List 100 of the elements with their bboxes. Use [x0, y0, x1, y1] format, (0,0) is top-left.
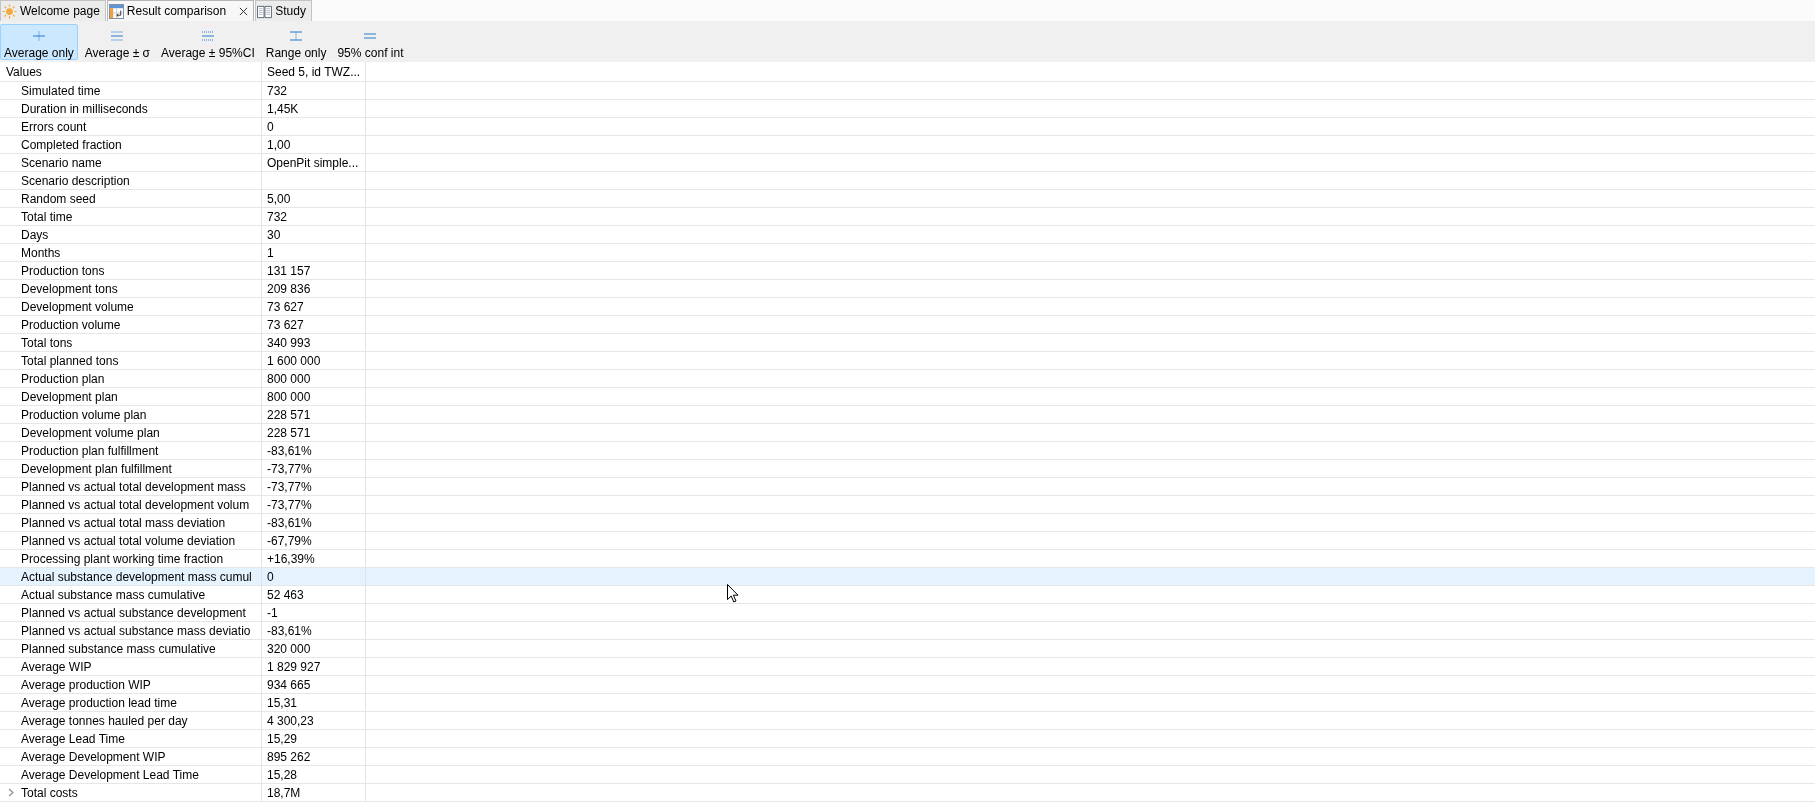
toolbar-button[interactable]: Average ± 95%CI [156, 24, 259, 60]
table-row[interactable]: Planned vs actual total development mass -73,77% [0, 478, 1815, 496]
table-row[interactable]: Scenario name OpenPit simple... [0, 154, 1815, 172]
row-label: Average WIP [21, 659, 92, 674]
table-cell: 73 627 [262, 316, 366, 333]
row-label: Average tonnes hauled per day [21, 713, 188, 728]
table-row[interactable]: Simulated time 732 [0, 82, 1815, 100]
row-label: Days [21, 227, 49, 242]
table-row[interactable]: Duration in milliseconds 1,45K [0, 100, 1815, 118]
row-label: Development volume [21, 299, 134, 314]
table-row[interactable]: Planned vs actual total development volum -73,77% [0, 496, 1815, 514]
table-row[interactable]: Average Lead Time 15,29 [0, 730, 1815, 748]
table-cell: 15,29 [262, 730, 366, 747]
book-icon [257, 3, 273, 19]
table-cell: 934 665 [262, 676, 366, 693]
row-label: Production plan fulfillment [21, 443, 159, 458]
row-label: Planned substance mass cumulative [21, 641, 216, 656]
table-cell: 800 000 [262, 370, 366, 387]
row-label: Months [21, 245, 61, 260]
table-row[interactable]: Average WIP 1 829 927 [0, 658, 1815, 676]
table-cell: -73,77% [262, 496, 366, 513]
table-cell: 1 600 000 [262, 352, 366, 369]
table-row[interactable]: Months 1 [0, 244, 1815, 262]
table-cell: 15,28 [262, 766, 366, 783]
table-cell: 732 [262, 208, 366, 225]
three-lines-icon [111, 31, 124, 41]
table-row[interactable]: Planned substance mass cumulative 320 000 [0, 640, 1815, 658]
dotted-lines-icon [201, 31, 214, 41]
table-row[interactable]: Development plan 800 000 [0, 388, 1815, 406]
row-label: Random seed [21, 191, 96, 206]
table-row[interactable]: Production tons 131 157 [0, 262, 1815, 280]
table-icon [108, 3, 124, 19]
table-row[interactable]: Average Development Lead Time 15,28 [0, 766, 1815, 784]
table-row[interactable]: Planned vs actual substance development -1 [0, 604, 1815, 622]
row-label: Planned vs actual substance mass deviatio [21, 623, 251, 638]
row-label: Development plan fulfillment [21, 461, 172, 476]
row-label: Total tons [21, 335, 73, 350]
column-header[interactable]: Seed 5, id TWZ... [262, 62, 366, 81]
i-beam-icon [290, 31, 303, 41]
table-cell: 0 [262, 568, 366, 585]
table-row[interactable]: Days 30 [0, 226, 1815, 244]
table-cell: 1,00 [262, 136, 366, 153]
table-row[interactable]: Actual substance mass cumulative 52 463 [0, 586, 1815, 604]
table-row[interactable]: Total tons 340 993 [0, 334, 1815, 352]
row-label: Errors count [21, 119, 87, 134]
table-row[interactable]: Development volume 73 627 [0, 298, 1815, 316]
row-label: Average Development Lead Time [21, 767, 199, 782]
table-row[interactable]: Planned vs actual total mass deviation -83,61% [0, 514, 1815, 532]
table-cell: 52 463 [262, 586, 366, 603]
row-label: Average production WIP [21, 677, 151, 692]
table-cell: -73,77% [262, 478, 366, 495]
table-cell: 340 993 [262, 334, 366, 351]
table-row[interactable]: Planned vs actual substance mass deviatio -83,61% [0, 622, 1815, 640]
toolbar-button[interactable]: 95% conf int [333, 24, 408, 60]
toolbar-button[interactable]: Average only [0, 24, 78, 60]
row-label: Actual substance development mass cumul [21, 569, 252, 584]
tab[interactable]: Result comparison [106, 0, 255, 21]
table-row[interactable]: Total time 732 [0, 208, 1815, 226]
table-row[interactable]: Production plan 800 000 [0, 370, 1815, 388]
column-header[interactable]: Values [0, 62, 262, 81]
row-label: Planned vs actual total mass deviation [21, 515, 226, 530]
table-row[interactable]: Development tons 209 836 [0, 280, 1815, 298]
table-cell: 18,7M [262, 784, 366, 801]
toolbar-button[interactable]: Average ± σ [80, 24, 154, 60]
table-row[interactable]: Production volume plan 228 571 [0, 406, 1815, 424]
table-row[interactable]: Average tonnes hauled per day 4 300,23 [0, 712, 1815, 730]
table-row[interactable]: Actual substance development mass cumul 0 [0, 568, 1815, 586]
table-cell: -1 [262, 604, 366, 621]
row-label: Planned vs actual total development volum [21, 497, 250, 512]
tab[interactable]: Welcome page [0, 0, 106, 21]
table-row[interactable]: Planned vs actual total volume deviation -67,79% [0, 532, 1815, 550]
close-icon[interactable] [239, 6, 249, 16]
table-cell: 4 300,23 [262, 712, 366, 729]
table-row[interactable]: Average production WIP 934 665 [0, 676, 1815, 694]
row-label: Planned vs actual substance development [21, 605, 246, 620]
row-label: Average production lead time [21, 695, 177, 710]
table-row[interactable]: Development plan fulfillment -73,77% [0, 460, 1815, 478]
tab[interactable]: Study [255, 0, 312, 21]
mouse-pointer-icon [727, 584, 739, 603]
row-label: Production volume plan [21, 407, 147, 422]
row-label: Processing plant working time fraction [21, 551, 224, 566]
row-label: Average Development WIP [21, 749, 166, 764]
table-row[interactable]: Production volume 73 627 [0, 316, 1815, 334]
table-row[interactable]: Average production lead time 15,31 [0, 694, 1815, 712]
toolbar-button[interactable]: Range only [261, 24, 331, 60]
table-row[interactable]: Total planned tons 1 600 000 [0, 352, 1815, 370]
table-row[interactable]: Production plan fulfillment -83,61% [0, 442, 1815, 460]
table-row[interactable]: Average Development WIP 895 262 [0, 748, 1815, 766]
table-row[interactable]: Development volume plan 228 571 [0, 424, 1815, 442]
table-cell: 1,45K [262, 100, 366, 117]
chevron-icon[interactable] [7, 788, 14, 797]
table-row[interactable]: Completed fraction 1,00 [0, 136, 1815, 154]
table-row[interactable]: Total costs 18,7M [0, 784, 1815, 802]
table-row[interactable]: Errors count 0 [0, 118, 1815, 136]
table-cell: -83,61% [262, 442, 366, 459]
table-row[interactable]: Scenario description [0, 172, 1815, 190]
table-row[interactable]: Random seed 5,00 [0, 190, 1815, 208]
row-label: Total planned tons [21, 353, 119, 368]
row-label: Average Lead Time [21, 731, 125, 746]
row-label: Simulated time [21, 83, 101, 98]
